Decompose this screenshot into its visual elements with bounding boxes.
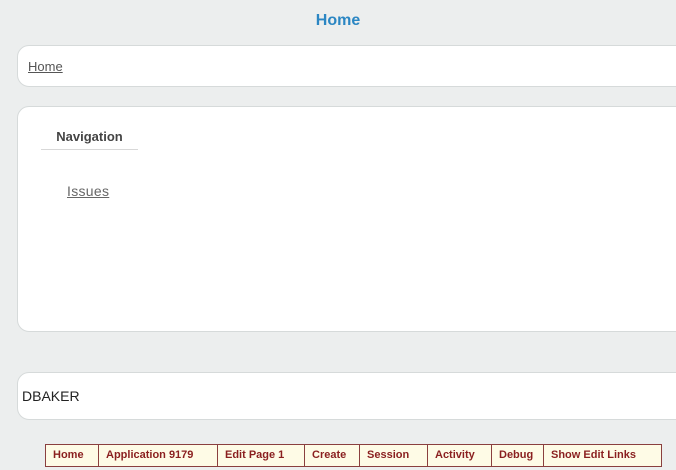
dev-toolbar-activity[interactable]: Activity <box>428 445 492 466</box>
nav-link-issues[interactable]: Issues <box>67 183 109 199</box>
breadcrumb-home-link[interactable]: Home <box>28 59 63 74</box>
user-region: DBAKER <box>17 372 676 420</box>
dev-toolbar-create[interactable]: Create <box>305 445 360 466</box>
user-name: DBAKER <box>22 388 80 404</box>
dev-toolbar-debug[interactable]: Debug <box>492 445 544 466</box>
dev-toolbar-session[interactable]: Session <box>360 445 428 466</box>
navigation-region: Navigation Issues <box>17 106 676 332</box>
dev-toolbar-application[interactable]: Application 9179 <box>99 445 218 466</box>
developer-toolbar: Home Application 9179 Edit Page 1 Create… <box>45 444 662 467</box>
breadcrumb: Home <box>17 45 676 87</box>
dev-toolbar-show-edit-links[interactable]: Show Edit Links <box>544 445 661 466</box>
navigation-heading: Navigation <box>41 129 138 150</box>
page-title: Home <box>315 12 361 29</box>
dev-toolbar-edit-page[interactable]: Edit Page 1 <box>218 445 305 466</box>
dev-toolbar-home[interactable]: Home <box>46 445 99 466</box>
